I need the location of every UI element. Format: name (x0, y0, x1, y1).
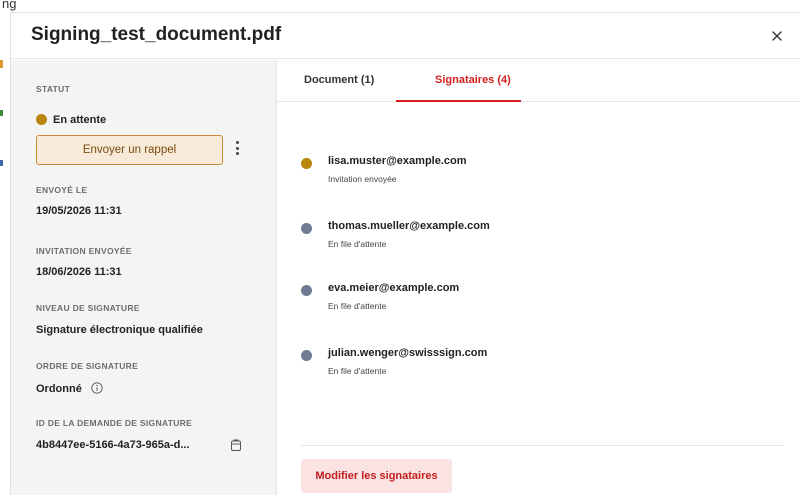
signature-order-label: ORDRE DE SIGNATURE (36, 361, 139, 371)
request-id-value: 4b8447ee-5166-4a73-965a-d... (36, 439, 190, 451)
info-icon[interactable] (91, 382, 103, 394)
signer-email: lisa.muster@example.com (328, 155, 467, 167)
active-tab-indicator (396, 100, 521, 102)
signer-item: lisa.muster@example.com Invitation envoy… (301, 153, 701, 189)
modal-title: Signing_test_document.pdf (31, 24, 282, 45)
details-sidebar: STATUT En attente Envoyer un rappel ENVO… (11, 60, 277, 495)
footer-divider (301, 445, 783, 446)
status-value: En attente (53, 114, 107, 126)
backdrop-edge-mark (0, 160, 3, 166)
close-icon (772, 31, 782, 41)
tab-bar: Document (1) Signataires (4) (277, 60, 800, 102)
signer-status: En file d'attente (328, 366, 387, 376)
signature-order-row: Ordonné (36, 382, 103, 395)
signer-status-dot (301, 158, 312, 169)
signer-item: eva.meier@example.com En file d'attente (301, 280, 701, 316)
sent-value: 19/05/2026 11:31 (36, 205, 122, 217)
send-reminder-button[interactable]: Envoyer un rappel (36, 135, 223, 165)
invitation-value: 18/06/2026 11:31 (36, 266, 122, 278)
signing-details-modal: Signing_test_document.pdf STATUT En atte… (10, 12, 800, 495)
signer-status-dot (301, 285, 312, 296)
signature-level-label: NIVEAU DE SIGNATURE (36, 303, 140, 313)
tab-signers[interactable]: Signataires (4) (435, 74, 511, 86)
signature-order-value: Ordonné (36, 383, 82, 395)
signer-status: En file d'attente (328, 239, 387, 249)
signer-email: thomas.mueller@example.com (328, 220, 490, 232)
invitation-label: INVITATION ENVOYÉE (36, 246, 132, 256)
modal-header: Signing_test_document.pdf (11, 13, 800, 59)
signer-item: julian.wenger@swisssign.com En file d'at… (301, 345, 701, 381)
signer-status-dot (301, 350, 312, 361)
signer-email: eva.meier@example.com (328, 282, 460, 294)
signer-status: Invitation envoyée (328, 174, 397, 184)
copy-icon[interactable] (229, 438, 243, 452)
signature-level-value: Signature électronique qualifiée (36, 324, 203, 336)
signers-panel: Document (1) Signataires (4) lisa.muster… (277, 60, 800, 495)
tab-document[interactable]: Document (1) (304, 74, 374, 86)
request-id-label: ID DE LA DEMANDE DE SIGNATURE (36, 418, 193, 428)
signer-status: En file d'attente (328, 301, 387, 311)
sent-label: ENVOYÉ LE (36, 185, 88, 195)
status-label: STATUT (36, 84, 71, 94)
backdrop-edge-mark (0, 60, 3, 68)
backdrop-edge-mark (0, 110, 3, 116)
more-vertical-icon (233, 141, 241, 155)
close-button[interactable] (767, 26, 787, 46)
modify-signers-button[interactable]: Modifier les signataires (301, 459, 452, 493)
signer-status-dot (301, 223, 312, 234)
backdrop-text: ng (2, 0, 17, 11)
signer-email: julian.wenger@swisssign.com (328, 347, 488, 359)
signer-item: thomas.mueller@example.com En file d'att… (301, 218, 701, 254)
more-options-button[interactable] (233, 141, 241, 159)
status-dot (36, 114, 47, 125)
